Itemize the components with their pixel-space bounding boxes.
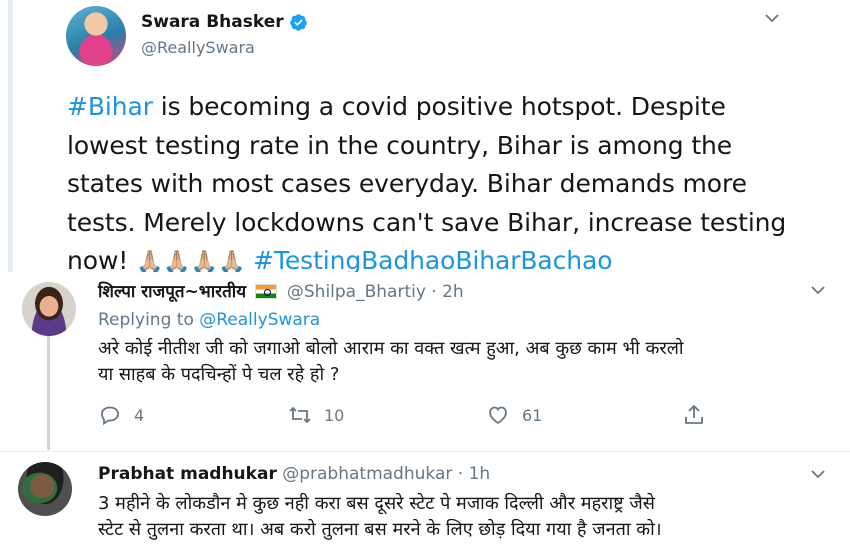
retweet-count: 10 <box>324 405 345 425</box>
reply-text-line: 3 महीने के लोकडौन मे कुछ नही करा बस दूसर… <box>98 493 655 514</box>
share-icon <box>685 404 703 424</box>
reply-text: 3 महीने के लोकडौन मे कुछ नही करा बस दूसर… <box>98 491 662 543</box>
verified-badge-icon <box>289 13 307 31</box>
mention-link[interactable]: @ReallySwara <box>199 310 320 330</box>
retweet-icon <box>289 406 311 424</box>
retweet-button[interactable]: 10 <box>288 403 344 427</box>
author-handle[interactable]: @ReallySwara <box>141 38 255 57</box>
hashtag-link[interactable]: #Bihar <box>67 92 153 121</box>
avatar[interactable] <box>22 282 76 336</box>
like-count: 61 <box>522 405 543 425</box>
tweet-text-space <box>245 246 253 275</box>
tweet-actions: 4 10 61 <box>98 403 718 429</box>
like-icon <box>489 406 507 425</box>
reply-text-line: अरे कोई नीतीश जी को जगाओ बोलो आराम का वक… <box>98 338 684 359</box>
tweet-text: #Bihar is becoming a covid positive hots… <box>67 88 787 283</box>
reply-header: Prabhat madhukar @prabhatmadhukar · 1h <box>98 464 490 484</box>
author-name[interactable]: Swara Bhasker <box>141 12 284 32</box>
india-flag-icon <box>255 284 278 299</box>
main-tweet: Swara Bhasker @ReallySwara #Bihar is bec… <box>0 0 850 275</box>
tweet-time[interactable]: · 1h <box>452 464 490 484</box>
tweet-author[interactable]: Swara Bhasker <box>141 12 308 32</box>
author-name[interactable]: शिल्पा राजपूत~भारतीय <box>98 282 246 302</box>
hashtag-link[interactable]: #TestingBadhaoBiharBachao <box>253 246 612 275</box>
chevron-down-icon[interactable] <box>810 284 826 296</box>
tweet-time[interactable]: · 2h <box>426 282 463 302</box>
author-handle[interactable]: @Shilpa_Bhartiy <box>287 282 426 302</box>
replying-to: Replying to @ReallySwara <box>98 310 320 330</box>
share-button[interactable] <box>682 403 706 427</box>
reply-count: 4 <box>134 405 145 425</box>
avatar[interactable] <box>18 462 72 516</box>
reply-text-line: या साहब के पदचिन्हों पे चल रहे हो ? <box>98 364 340 385</box>
author-name[interactable]: Prabhat madhukar <box>98 464 277 484</box>
chevron-down-icon[interactable] <box>764 12 780 24</box>
reply-icon <box>101 406 119 426</box>
avatar[interactable] <box>66 6 126 66</box>
reply-button[interactable]: 4 <box>98 403 144 427</box>
chevron-down-icon[interactable] <box>810 468 826 480</box>
like-button[interactable]: 61 <box>486 403 542 427</box>
author-handle[interactable]: @prabhatmadhukar <box>282 464 452 484</box>
replying-to-label: Replying to <box>98 310 200 330</box>
reply-text-line: स्टेट से तुलना करता था। अब करो तुलना बस … <box>98 519 662 540</box>
timeline-rule <box>8 0 13 272</box>
thread-connector <box>47 322 50 450</box>
reply-text: अरे कोई नीतीश जी को जगाओ बोलो आराम का वक… <box>98 336 684 388</box>
reply-header: शिल्पा राजपूत~भारतीय @Shilpa_Bhartiy · 2… <box>98 279 464 302</box>
